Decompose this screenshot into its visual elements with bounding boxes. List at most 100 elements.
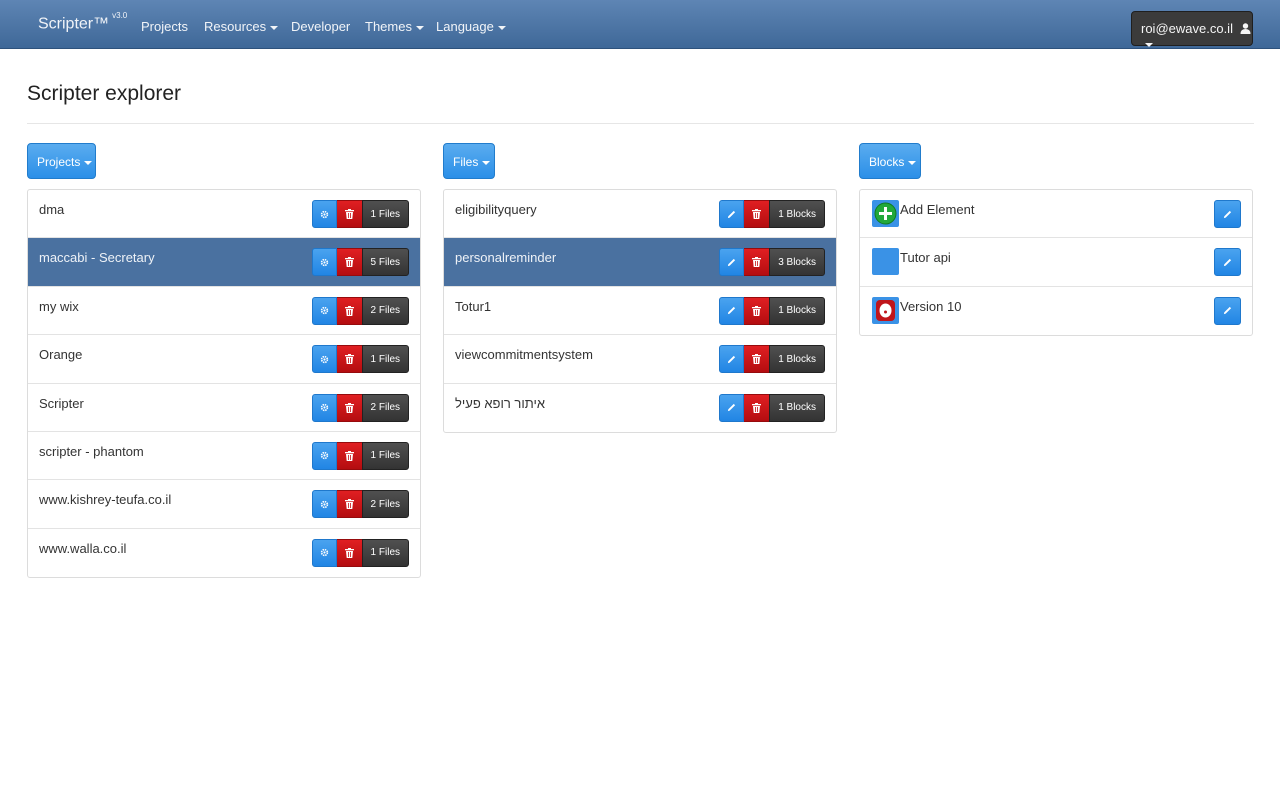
nav-themes-dropdown[interactable]: Themes <box>365 19 424 34</box>
delete-button[interactable] <box>744 296 770 325</box>
blocks-count: 3 Blocks <box>778 256 816 268</box>
pencil-icon <box>728 210 736 218</box>
delete-button[interactable] <box>744 345 770 374</box>
settings-button[interactable] <box>311 248 337 277</box>
settings-button[interactable] <box>311 296 337 325</box>
blocks-count-button[interactable]: 3 Blocks <box>769 248 825 277</box>
files-count-button[interactable]: 1 Files <box>361 441 409 470</box>
projects-panel: dma 1 Files maccabi - Secretary 5 Files … <box>27 189 421 579</box>
project-actions: 2 Files <box>311 296 409 325</box>
settings-button[interactable] <box>311 393 337 422</box>
project-actions: 1 Files <box>311 441 409 470</box>
files-count-button[interactable]: 2 Files <box>361 393 409 422</box>
edit-button[interactable] <box>719 393 745 422</box>
delete-button[interactable] <box>336 345 362 374</box>
edit-button[interactable] <box>719 248 745 277</box>
version-badge-icon <box>876 299 895 321</box>
file-row[interactable]: איתור רופא פעיל 1 Blocks <box>444 384 836 432</box>
blocks-count-button[interactable]: 1 Blocks <box>769 200 825 228</box>
blocks-count-button[interactable]: 1 Blocks <box>769 345 825 374</box>
settings-button[interactable] <box>311 345 337 374</box>
nav-resources-dropdown[interactable]: Resources <box>204 19 279 34</box>
settings-button[interactable] <box>311 441 337 470</box>
files-count-button[interactable]: 5 Files <box>361 248 409 277</box>
file-row-selected[interactable]: personalreminder 3 Blocks <box>444 238 836 287</box>
block-row[interactable]: Version 10 <box>860 287 1252 335</box>
block-row[interactable]: Tutor api <box>860 238 1252 287</box>
project-row[interactable]: scripter - phantom 1 Files <box>28 432 420 481</box>
delete-button[interactable] <box>336 393 362 422</box>
project-row[interactable]: www.walla.co.il 1 Files <box>28 529 420 577</box>
settings-button[interactable] <box>311 538 337 567</box>
edit-button[interactable] <box>1214 200 1241 228</box>
edit-button[interactable] <box>719 200 745 228</box>
plus-circle-icon <box>874 202 897 225</box>
project-row[interactable]: dma 1 Files <box>28 190 420 239</box>
block-thumbnail <box>872 296 899 324</box>
file-row[interactable]: Totur1 1 Blocks <box>444 287 836 336</box>
project-name: www.kishrey-teufa.co.il <box>39 492 172 508</box>
delete-button[interactable] <box>744 248 770 277</box>
projects-dropdown-label: Projects <box>37 155 81 169</box>
delete-button[interactable] <box>744 200 770 228</box>
delete-button[interactable] <box>336 441 362 470</box>
blocks-dropdown-button[interactable]: Blocks <box>859 143 921 179</box>
files-count-button[interactable]: 1 Files <box>361 200 409 228</box>
project-row[interactable]: my wix 2 Files <box>28 287 420 336</box>
files-count-button[interactable]: 1 Files <box>361 345 409 374</box>
pencil-icon <box>728 258 736 266</box>
project-row[interactable]: www.kishrey-teufa.co.il 2 Files <box>28 480 420 529</box>
caret-down-icon <box>908 160 917 165</box>
trash-icon <box>344 402 354 413</box>
user-menu-button[interactable]: roi@ewave.co.il <box>1131 11 1253 47</box>
trash-icon <box>752 257 762 268</box>
caret-down-icon <box>415 25 424 30</box>
delete-button[interactable] <box>744 393 770 422</box>
project-row[interactable]: Scripter 2 Files <box>28 384 420 432</box>
block-row[interactable]: Add Element <box>860 190 1252 239</box>
block-thumbnail <box>872 248 899 276</box>
delete-button[interactable] <box>336 296 362 325</box>
files-dropdown-button[interactable]: Files <box>443 143 495 179</box>
project-actions: 2 Files <box>311 393 409 422</box>
gear-icon <box>320 452 328 460</box>
brand-name: Scripter™ <box>38 15 110 33</box>
pencil-icon <box>728 355 736 363</box>
edit-button[interactable] <box>1214 248 1241 277</box>
settings-button[interactable] <box>311 200 337 228</box>
delete-button[interactable] <box>336 538 362 567</box>
delete-button[interactable] <box>336 248 362 277</box>
project-actions: 1 Files <box>311 538 409 567</box>
blocks-count-button[interactable]: 1 Blocks <box>769 296 825 325</box>
trash-icon <box>344 209 354 219</box>
project-name: scripter - phantom <box>39 443 144 459</box>
nav-language-dropdown[interactable]: Language <box>436 19 506 34</box>
files-panel: eligibilityquery 1 Blocks personalremind… <box>443 189 837 433</box>
file-row[interactable]: eligibilityquery 1 Blocks <box>444 190 836 239</box>
edit-button[interactable] <box>719 296 745 325</box>
file-name: eligibilityquery <box>455 202 537 217</box>
file-row[interactable]: viewcommitmentsystem 1 Blocks <box>444 335 836 384</box>
edit-button[interactable] <box>1214 296 1241 325</box>
blocks-count-button[interactable]: 1 Blocks <box>769 393 825 422</box>
brand-logo[interactable]: Scripter™ v3.0 <box>38 11 127 33</box>
project-row-selected[interactable]: maccabi - Secretary 5 Files <box>28 238 420 287</box>
delete-button[interactable] <box>336 490 362 519</box>
pencil-icon <box>1223 210 1232 218</box>
files-count-button[interactable]: 2 Files <box>361 490 409 519</box>
settings-button[interactable] <box>311 490 337 519</box>
edit-button[interactable] <box>719 345 745 374</box>
files-count-button[interactable]: 2 Files <box>361 296 409 325</box>
nav-developer[interactable]: Developer <box>291 19 350 34</box>
nav-projects[interactable]: Projects <box>141 19 188 34</box>
file-actions: 1 Blocks <box>719 393 825 422</box>
project-row[interactable]: Orange 1 Files <box>28 335 420 384</box>
projects-dropdown-button[interactable]: Projects <box>27 143 96 179</box>
blocks-count: 1 Blocks <box>778 305 816 317</box>
files-count: 1 Files <box>370 208 400 220</box>
delete-button[interactable] <box>336 200 362 228</box>
blocks-count: 1 Blocks <box>778 402 816 414</box>
files-count-button[interactable]: 1 Files <box>361 538 409 567</box>
trash-icon <box>344 305 354 316</box>
project-name: Orange <box>39 347 83 363</box>
